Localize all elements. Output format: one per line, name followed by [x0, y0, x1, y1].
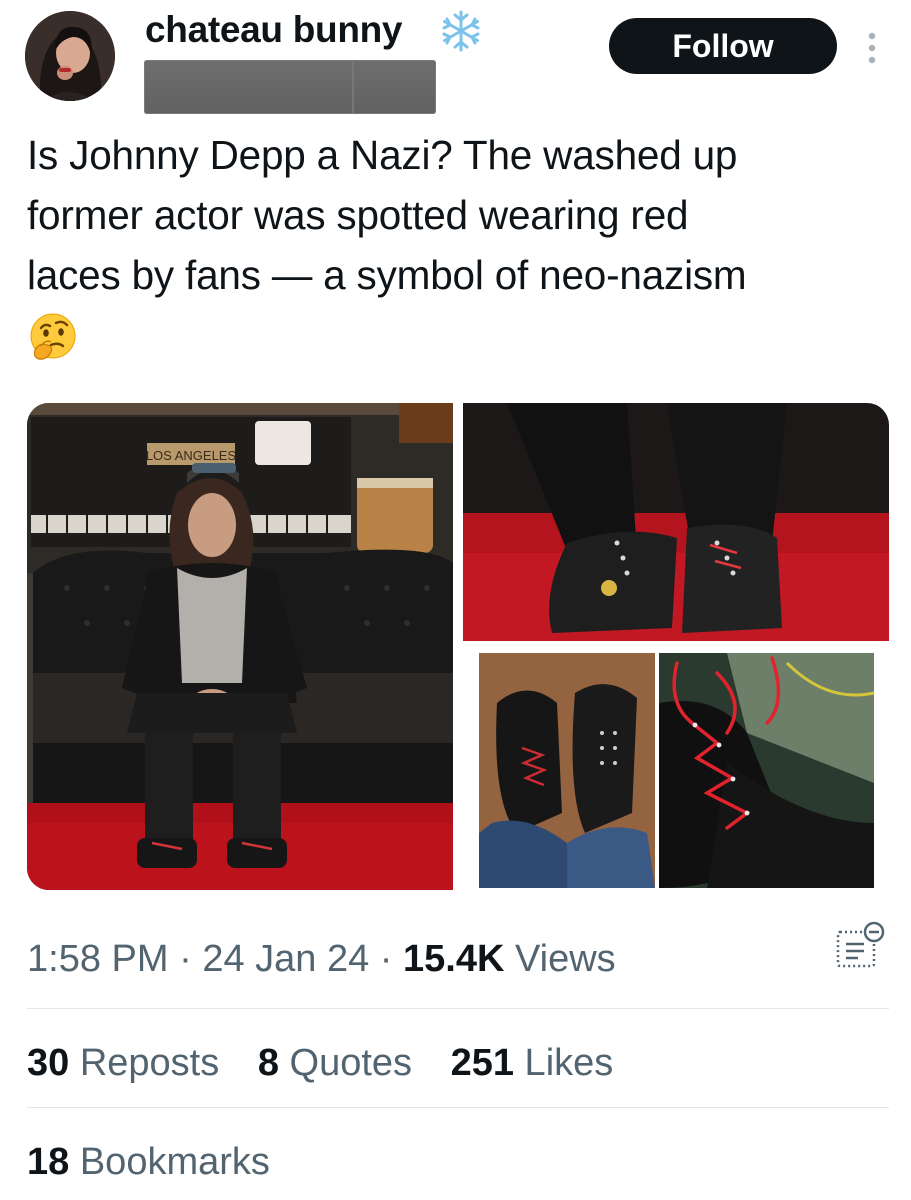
- divider: [27, 1107, 889, 1108]
- likes-label: Likes: [514, 1042, 614, 1084]
- avatar[interactable]: [25, 11, 115, 101]
- media-grid[interactable]: LOS ANGELES: [27, 403, 889, 890]
- tweet-time[interactable]: 1:58 PM: [27, 938, 169, 980]
- quotes-count: 8: [257, 1042, 279, 1084]
- bookmarks-stat[interactable]: 18 Bookmarks: [27, 1137, 270, 1187]
- quotes-label: Quotes: [278, 1042, 413, 1084]
- more-options-icon[interactable]: [860, 28, 884, 68]
- reposts-stat[interactable]: 30 Reposts: [27, 1042, 219, 1084]
- follow-button[interactable]: Follow: [609, 18, 837, 74]
- handle-redaction: [144, 60, 436, 114]
- photo-sign-text: LOS ANGELES: [146, 448, 237, 463]
- reposts-label: Reposts: [69, 1042, 220, 1084]
- engagement-stats: 30 Reposts 8 Quotes 251 Likes: [27, 1038, 641, 1088]
- tweet-meta: 1:58 PM · 24 Jan 24 · 15.4K Views: [27, 934, 616, 984]
- bookmarks-count: 18: [27, 1141, 70, 1183]
- snowflake-icon: [438, 8, 484, 54]
- likes-stat[interactable]: 251 Likes: [451, 1042, 614, 1084]
- reposts-count: 30: [27, 1042, 70, 1084]
- photo-boots-closeup[interactable]: [463, 403, 889, 641]
- likes-count: 251: [450, 1042, 514, 1084]
- tweet-text: Is Johnny Depp a Nazi? The washed up for…: [27, 132, 747, 298]
- meta-separator: ·: [369, 938, 404, 980]
- thinking-face-icon: [27, 312, 79, 364]
- display-name[interactable]: chateau bunny: [145, 6, 403, 54]
- photo-main[interactable]: LOS ANGELES: [27, 403, 453, 890]
- photo-boots-comparison[interactable]: [463, 651, 889, 890]
- meta-separator: ·: [168, 938, 203, 980]
- views-label: Views: [504, 938, 616, 980]
- analytics-icon[interactable]: [830, 920, 890, 972]
- divider: [27, 1008, 889, 1009]
- tweet-date[interactable]: 24 Jan 24: [202, 938, 369, 980]
- views-count: 15.4K: [403, 938, 505, 980]
- bookmarks-label: Bookmarks: [69, 1141, 270, 1183]
- quotes-stat[interactable]: 8 Quotes: [258, 1042, 412, 1084]
